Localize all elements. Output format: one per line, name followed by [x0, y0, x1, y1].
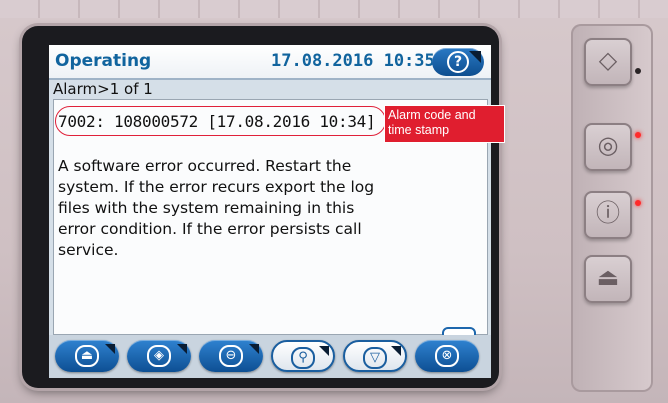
display-screen: Operating 17.08.2016 10:35 ? Alarm>1 of … — [49, 45, 491, 378]
start-hardware-button[interactable]: ◇ — [584, 38, 632, 86]
button-corner-marker — [319, 346, 329, 356]
eject-hardware-button[interactable]: ⏏ — [584, 255, 632, 303]
button-corner-marker — [469, 51, 481, 63]
x-circle-icon: ⊗ — [435, 345, 459, 367]
export-button[interactable]: ⏏ — [55, 340, 119, 372]
alarm-code: 7002: 108000572 [17.08.2016 10:34] — [58, 112, 376, 131]
question-circle-icon: ? — [447, 51, 469, 73]
search-button[interactable]: ⚲ — [271, 340, 335, 372]
bottom-toolbar: ⏏ ◈ ⊖ ⚲ ▽ ⊗ — [49, 335, 491, 378]
minus-circle-icon: ⊖ — [219, 345, 243, 367]
button-corner-marker — [391, 346, 401, 356]
page-title: Operating — [55, 51, 152, 71]
status-led-red — [635, 200, 641, 206]
alert-hardware-button[interactable]: ⓘ — [584, 191, 632, 239]
minus-button[interactable]: ⊖ — [199, 340, 263, 372]
alarm-message-line: error condition. If the error persists c… — [58, 220, 362, 238]
status-led-red — [635, 132, 641, 138]
eject-tray-icon: ⏏ — [596, 263, 620, 291]
alarm-message-line: system. If the error recurs export the l… — [58, 178, 375, 196]
button-corner-marker — [177, 344, 187, 354]
button-corner-marker — [249, 344, 259, 354]
alarm-message-line: service. — [58, 241, 119, 259]
stop-circle-icon: ◎ — [597, 131, 619, 159]
magnifier-icon: ⚲ — [291, 347, 315, 369]
annotation-callout: Alarm code and time stamp — [384, 105, 505, 143]
alarm-message-line: A software error occurred. Restart the — [58, 157, 352, 175]
stop-hardware-button[interactable]: ◎ — [584, 123, 632, 171]
status-led-off — [635, 68, 641, 74]
title-bar: Operating 17.08.2016 10:35 ? — [49, 45, 491, 80]
alarm-counter: Alarm>1 of 1 — [53, 80, 153, 98]
header-datetime: 17.08.2016 10:35 — [271, 51, 435, 71]
start-diamond-icon: ◇ — [598, 46, 618, 74]
help-button[interactable]: ? — [432, 48, 484, 76]
filter-button[interactable]: ▽ — [343, 340, 407, 372]
funnel-icon: ▽ — [363, 347, 387, 369]
navigate-button[interactable]: ◈ — [127, 340, 191, 372]
hardware-button-panel: ◇ ◎ ⓘ ⏏ — [571, 24, 653, 392]
cancel-button[interactable]: ⊗ — [415, 340, 479, 372]
alarm-message: A software error occurred. Restart the s… — [58, 156, 443, 261]
diamond-arrow-icon: ◈ — [147, 345, 171, 367]
alarm-message-line: files with the system remaining in this — [58, 199, 355, 217]
button-corner-marker — [105, 344, 115, 354]
alert-circle-icon: ⓘ — [596, 199, 620, 227]
export-tray-icon: ⏏ — [75, 345, 99, 367]
